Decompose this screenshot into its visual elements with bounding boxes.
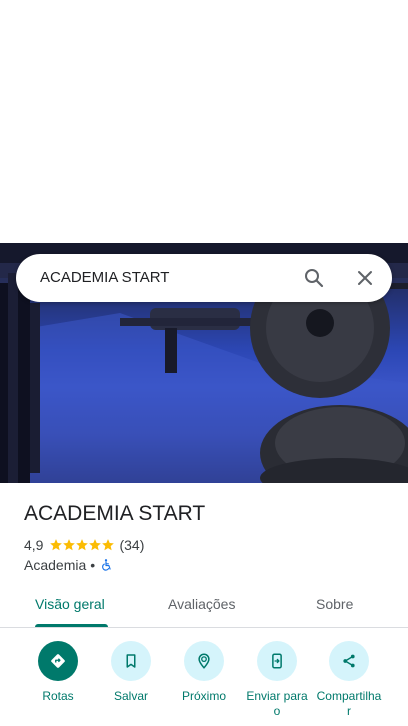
category-label: Academia (24, 557, 87, 573)
send-to-phone-circle[interactable] (257, 641, 297, 681)
star-icon (63, 539, 76, 551)
star-icon (76, 539, 89, 551)
bookmark-icon (126, 654, 136, 668)
nearby-circle[interactable] (184, 641, 224, 681)
star-icon (50, 539, 63, 551)
save-button[interactable]: Salvar (93, 641, 169, 704)
search-bar[interactable]: ACADEMIA START (16, 254, 392, 302)
nearby-icon (198, 653, 210, 669)
share-button[interactable]: Compartilha r (311, 641, 387, 719)
nearby-label: Próximo (181, 689, 226, 703)
send-to-phone-button[interactable]: Enviar para o (239, 641, 315, 719)
reviews-count[interactable]: (34) (119, 537, 144, 553)
share-icon (343, 654, 355, 668)
share-circle[interactable] (329, 641, 369, 681)
share-label: Compartilha r (316, 689, 382, 718)
tab-about[interactable]: Sobre (316, 596, 353, 612)
save-circle[interactable] (111, 641, 151, 681)
directions-label: Rotas (42, 689, 74, 703)
directions-circle[interactable] (38, 641, 78, 681)
search-input[interactable]: ACADEMIA START (40, 269, 169, 286)
star-icon (89, 539, 102, 551)
nearby-button[interactable]: Próximo (166, 641, 242, 704)
close-icon[interactable] (353, 266, 377, 290)
tab-reviews[interactable]: Avaliações (168, 596, 235, 612)
rating-stars (49, 538, 115, 552)
wheelchair-accessible-icon (102, 559, 111, 571)
search-icon[interactable] (302, 266, 326, 290)
send-to-phone-icon (272, 653, 282, 669)
category-row: Academia • (24, 556, 113, 574)
save-label: Salvar (113, 689, 148, 703)
star-icon (102, 539, 115, 551)
send-to-phone-label: Enviar para o (246, 689, 308, 718)
tabs-divider (0, 627, 408, 628)
rating-value: 4,9 (24, 537, 44, 553)
map-blank-area (0, 0, 408, 243)
rating-row[interactable]: 4,9 (34) (24, 536, 144, 554)
place-title: ACADEMIA START (24, 502, 206, 525)
directions-button[interactable]: Rotas (20, 641, 96, 704)
tab-overview[interactable]: Visão geral (35, 596, 105, 612)
separator-dot: • (90, 557, 96, 573)
directions-icon (51, 654, 65, 668)
